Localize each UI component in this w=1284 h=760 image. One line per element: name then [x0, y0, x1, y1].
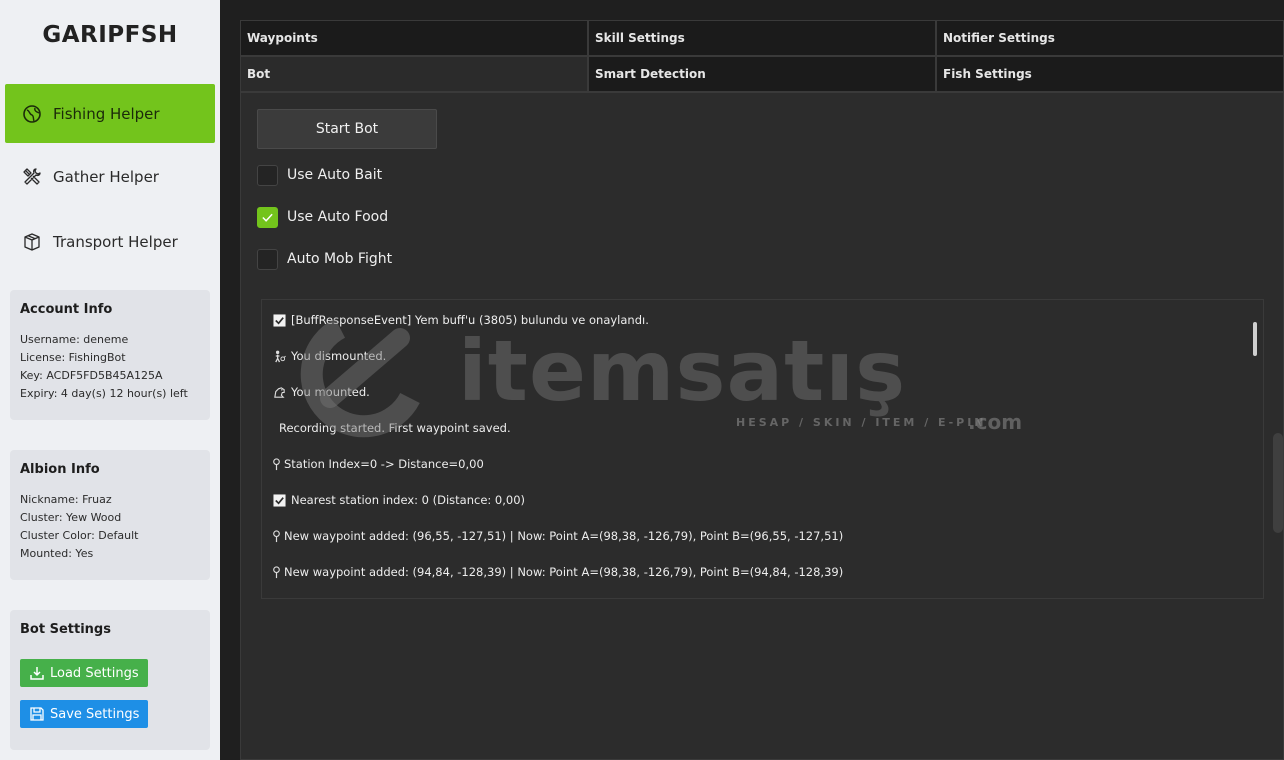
checkbox-icon: [272, 313, 286, 327]
tab-waypoints[interactable]: Waypoints: [240, 20, 588, 56]
load-settings-button[interactable]: Load Settings: [20, 659, 148, 687]
horse-icon: [272, 385, 286, 399]
log-line: New waypoint added: (96,55, -127,51) | N…: [272, 527, 843, 545]
option-label: Use Auto Food: [287, 209, 389, 225]
nav-fishing-helper[interactable]: Fishing Helper: [5, 84, 215, 143]
nav-label: Gather Helper: [53, 167, 159, 186]
log-text: You mounted.: [291, 385, 370, 399]
log-text: New waypoint added: (94,84, -128,39) | N…: [284, 565, 844, 579]
log-line: Station Index=0 -> Distance=0,00: [272, 455, 484, 473]
option-label: Use Auto Bait: [287, 167, 383, 183]
albion-cluster-color: Cluster Color: Default: [20, 529, 139, 542]
brand-title: GARIPFSH: [42, 22, 178, 48]
log-text: Station Index=0 -> Distance=0,00: [284, 457, 484, 471]
albion-mounted: Mounted: Yes: [20, 547, 94, 560]
nav-gather-helper[interactable]: Gather Helper: [5, 147, 215, 206]
account-username: Username: deneme: [20, 333, 129, 346]
albion-cluster: Cluster: Yew Wood: [20, 511, 122, 524]
bot-settings-title: Bot Settings: [20, 622, 111, 637]
pin-icon: [272, 565, 281, 579]
log-text: Recording started. First waypoint saved.: [279, 421, 511, 435]
log-text: [BuffResponseEvent] Yem buff'u (3805) bu…: [291, 313, 649, 327]
download-tray-icon: [30, 667, 44, 680]
account-expiry: Expiry: 4 day(s) 12 hour(s) left: [20, 387, 188, 400]
tab-fish-settings[interactable]: Fish Settings: [936, 56, 1284, 92]
checkbox-auto-mob-fight[interactable]: [257, 248, 278, 270]
pin-icon: [272, 457, 281, 471]
log-scrollbar[interactable]: [1253, 322, 1257, 356]
sidebar: GARIPFSH Fishing Helper Gather Helper Tr…: [0, 0, 220, 760]
save-settings-label: Save Settings: [50, 706, 140, 722]
main-area: Waypoints Skill Settings Notifier Settin…: [240, 0, 1284, 760]
checkmark-icon: [262, 213, 273, 222]
option-label: Auto Mob Fight: [287, 251, 393, 267]
log-line: Nearest station index: 0 (Distance: 0,00…: [272, 491, 525, 509]
tab-bot[interactable]: Bot: [240, 56, 588, 92]
checkbox-auto-food[interactable]: [257, 206, 278, 228]
option-auto-food[interactable]: Use Auto Food: [257, 206, 388, 228]
log-line: [BuffResponseEvent] Yem buff'u (3805) bu…: [272, 311, 649, 329]
account-key: Key: ACDF5FD5B45A125A: [20, 369, 163, 382]
save-settings-button[interactable]: Save Settings: [20, 700, 149, 728]
albion-nickname: Nickname: Fruaz: [20, 493, 112, 506]
bot-settings-card: Bot Settings Load Settings Save Settings: [10, 610, 210, 750]
floppy-icon: [30, 707, 44, 721]
nav-label: Fishing Helper: [53, 104, 160, 123]
option-auto-mob-fight[interactable]: Auto Mob Fight: [257, 248, 392, 270]
tools-icon: [21, 166, 43, 188]
tab-notifier-settings[interactable]: Notifier Settings: [936, 20, 1284, 56]
account-info-card: Account Info Username: deneme License: F…: [10, 290, 210, 420]
pin-icon: [272, 529, 281, 543]
log-line: Recording started. First waypoint saved.: [279, 419, 511, 437]
globe-icon: [21, 103, 43, 125]
walker-icon: [272, 349, 286, 363]
log-line: You mounted.: [272, 383, 370, 401]
tab-skill-settings[interactable]: Skill Settings: [588, 20, 936, 56]
log-text: You dismounted.: [291, 349, 387, 363]
log-line: You dismounted.: [272, 347, 386, 365]
account-license: License: FishingBot: [20, 351, 126, 364]
albion-info-title: Albion Info: [20, 462, 100, 477]
start-bot-button[interactable]: Start Bot: [257, 109, 437, 149]
log-line: New waypoint added: (94,84, -128,39) | N…: [272, 563, 843, 581]
panel-scrollbar[interactable]: [1273, 433, 1283, 533]
nav-label: Transport Helper: [53, 232, 178, 251]
account-info-title: Account Info: [20, 302, 113, 317]
checkbox-auto-bait[interactable]: [257, 164, 278, 186]
box-icon: [21, 231, 43, 253]
load-settings-label: Load Settings: [50, 665, 139, 681]
bot-panel: Start Bot Use Auto Bait Use Auto Food Au…: [240, 92, 1284, 760]
log-panel[interactable]: [BuffResponseEvent] Yem buff'u (3805) bu…: [261, 299, 1264, 599]
log-text: Nearest station index: 0 (Distance: 0,00…: [291, 493, 526, 507]
option-auto-bait[interactable]: Use Auto Bait: [257, 164, 382, 186]
checkbox-icon: [272, 493, 286, 507]
tab-smart-detection[interactable]: Smart Detection: [588, 56, 936, 92]
albion-info-card: Albion Info Nickname: Fruaz Cluster: Yew…: [10, 450, 210, 580]
nav-transport-helper[interactable]: Transport Helper: [5, 212, 215, 271]
log-text: New waypoint added: (96,55, -127,51) | N…: [284, 529, 844, 543]
